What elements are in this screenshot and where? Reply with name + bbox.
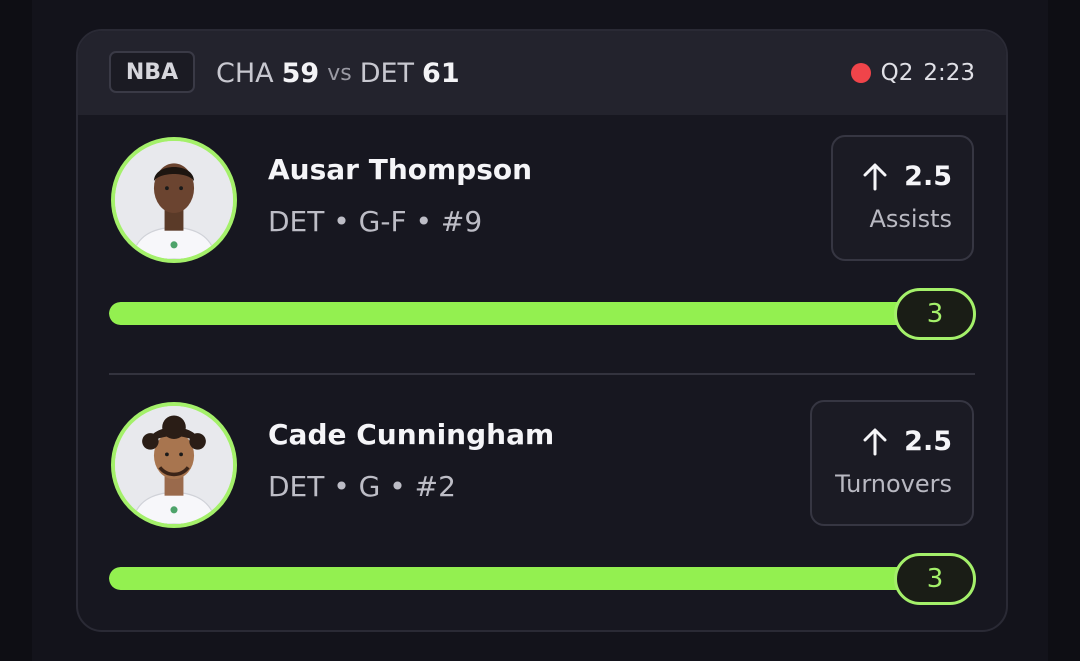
game-period: Q2 (880, 60, 914, 86)
home-score: 61 (422, 57, 460, 89)
player-name: Ausar Thompson (268, 153, 533, 186)
prop-line: 2.5 (862, 426, 952, 457)
game-clock: 2:23 (923, 60, 975, 86)
prop-line-value: 2.5 (904, 161, 952, 192)
player-meta: DET • G-F • #9 (268, 205, 483, 238)
prop-line-value: 2.5 (904, 426, 952, 457)
current-stat-badge: 3 (894, 288, 976, 340)
game-scoreline: CHA 59 vs DET 61 (216, 53, 460, 93)
player-headshot-icon (115, 141, 233, 259)
prop-line-box[interactable]: 2.5 Turnovers (810, 400, 974, 526)
player-meta: DET • G • #2 (268, 470, 456, 503)
game-header: NBA CHA 59 vs DET 61 Q2 2:23 (78, 31, 1006, 115)
away-team: CHA (216, 57, 274, 89)
prop-line-box[interactable]: 2.5 Assists (831, 135, 974, 261)
progress-fill (109, 302, 939, 325)
league-badge: NBA (109, 51, 195, 93)
arrow-up-icon (863, 163, 887, 190)
player-prop-row[interactable]: Ausar Thompson DET • G-F • #9 2.5 Assist… (78, 115, 1006, 375)
player-avatar (111, 402, 237, 528)
away-score: 59 (281, 57, 320, 89)
arrow-up-icon (863, 428, 887, 455)
prop-line: 2.5 (862, 161, 952, 192)
prop-market: Assists (869, 205, 952, 233)
live-bet-card[interactable]: NBA CHA 59 vs DET 61 Q2 2:23 Ausar Thomp… (76, 29, 1008, 632)
player-headshot-icon (115, 406, 233, 524)
current-stat-badge: 3 (894, 553, 976, 605)
player-prop-row[interactable]: Cade Cunningham DET • G • #2 2.5 Turnove… (78, 380, 1006, 630)
divider (109, 373, 975, 375)
player-avatar (111, 137, 237, 263)
game-status: Q2 2:23 (850, 53, 975, 93)
progress-fill (109, 567, 939, 590)
progress-track (109, 567, 939, 590)
progress-track (109, 302, 939, 325)
vs-label: vs (327, 60, 352, 86)
player-name: Cade Cunningham (268, 418, 555, 451)
prop-market: Turnovers (835, 470, 952, 498)
home-team: DET (359, 57, 415, 89)
live-indicator-icon (850, 63, 871, 83)
